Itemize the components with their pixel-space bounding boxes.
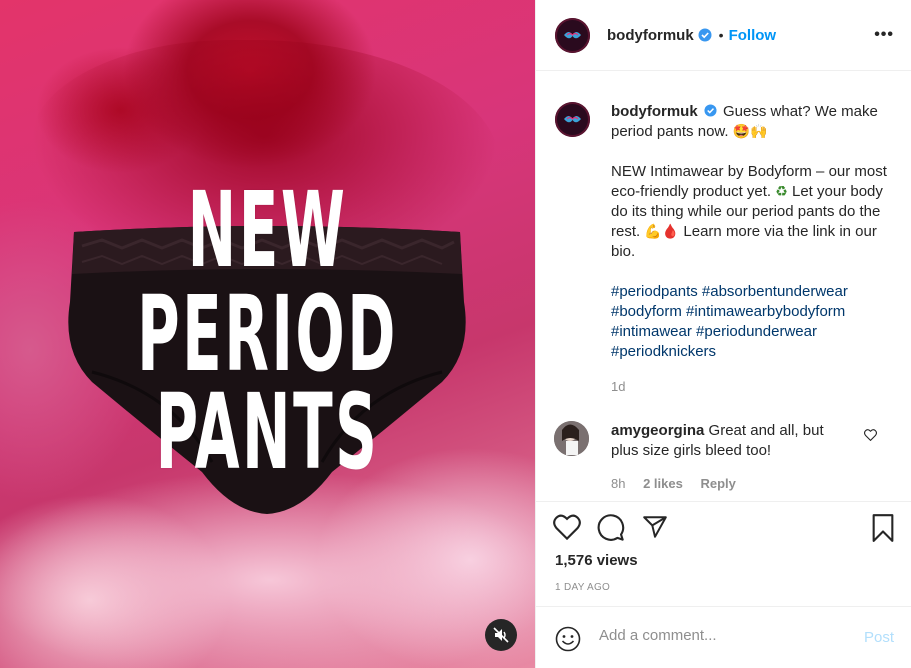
comment-bubble-icon[interactable] [597, 514, 625, 542]
recycle-emoji: ♻ [775, 184, 788, 200]
share-paper-plane-icon[interactable] [641, 514, 669, 540]
avatar[interactable] [555, 17, 590, 53]
hashtag-link[interactable]: #intimawearbybodyform [686, 303, 845, 320]
commenter-username[interactable]: amygeorgina [611, 422, 704, 439]
hashtag-link[interactable]: #absorbentunderwear [702, 283, 848, 300]
hashtag-link[interactable]: #periodpants [611, 283, 698, 300]
hashtag-link[interactable]: #periodknickers [611, 343, 716, 360]
verified-badge-icon [704, 104, 717, 117]
post-date[interactable]: 1 DAY AGO [555, 582, 610, 593]
header-username[interactable]: bodyformuk [607, 27, 694, 44]
post-header: bodyformuk • Follow ••• [536, 0, 911, 71]
caption-username[interactable]: bodyformuk [611, 103, 698, 120]
flex-drop-emoji: 💪🩸 [644, 224, 680, 240]
action-icons [553, 514, 669, 542]
star-eyes-emoji: 🤩🙌 [732, 124, 768, 140]
add-comment-bar: Post [536, 606, 911, 668]
separator-dot: • [718, 27, 724, 43]
bodyform-logo-icon [564, 116, 581, 123]
post-comment-button[interactable]: Post [864, 629, 894, 646]
more-options-icon[interactable]: ••• [874, 26, 894, 44]
bookmark-icon[interactable] [871, 514, 895, 542]
post-actions: 1,576 views 1 DAY AGO [536, 501, 911, 593]
comment-age[interactable]: 8h [611, 476, 625, 491]
like-heart-icon[interactable] [553, 514, 581, 540]
comment-likes[interactable]: 2 likes [643, 476, 683, 491]
bodyform-logo-icon [564, 31, 581, 38]
headline-line-3: PANTS [155, 371, 380, 493]
caption-avatar[interactable] [555, 102, 590, 137]
hashtag-link[interactable]: #periodunderwear [696, 323, 817, 340]
post-side-panel: bodyformuk • Follow ••• bodyformuk Guess… [535, 0, 911, 668]
comment-meta: 8h 2 likes Reply [611, 476, 750, 491]
like-comment-heart-icon[interactable] [864, 429, 877, 441]
caption-text: bodyformuk Guess what? We make period pa… [611, 102, 891, 362]
commenter-avatar[interactable] [554, 421, 589, 456]
comments-section: bodyformuk Guess what? We make period pa… [536, 71, 911, 501]
headline-line-1: NEW [187, 169, 348, 291]
hashtag-link[interactable]: #bodyform [611, 303, 682, 320]
hashtag-link[interactable]: #intimawear [611, 323, 692, 340]
emoji-picker-icon[interactable] [555, 626, 581, 652]
speaker-muted-icon[interactable] [485, 619, 517, 651]
verified-badge-icon [698, 28, 712, 42]
reply-button[interactable]: Reply [700, 476, 735, 491]
add-comment-input[interactable] [599, 627, 849, 644]
view-count[interactable]: 1,576 views [555, 552, 638, 569]
follow-button[interactable]: Follow [729, 27, 777, 44]
caption-age[interactable]: 1d [611, 379, 625, 394]
post-media[interactable]: NEW PERIOD PANTS [0, 0, 535, 668]
comment-text: amygeorgina Great and all, but plus size… [611, 421, 851, 461]
